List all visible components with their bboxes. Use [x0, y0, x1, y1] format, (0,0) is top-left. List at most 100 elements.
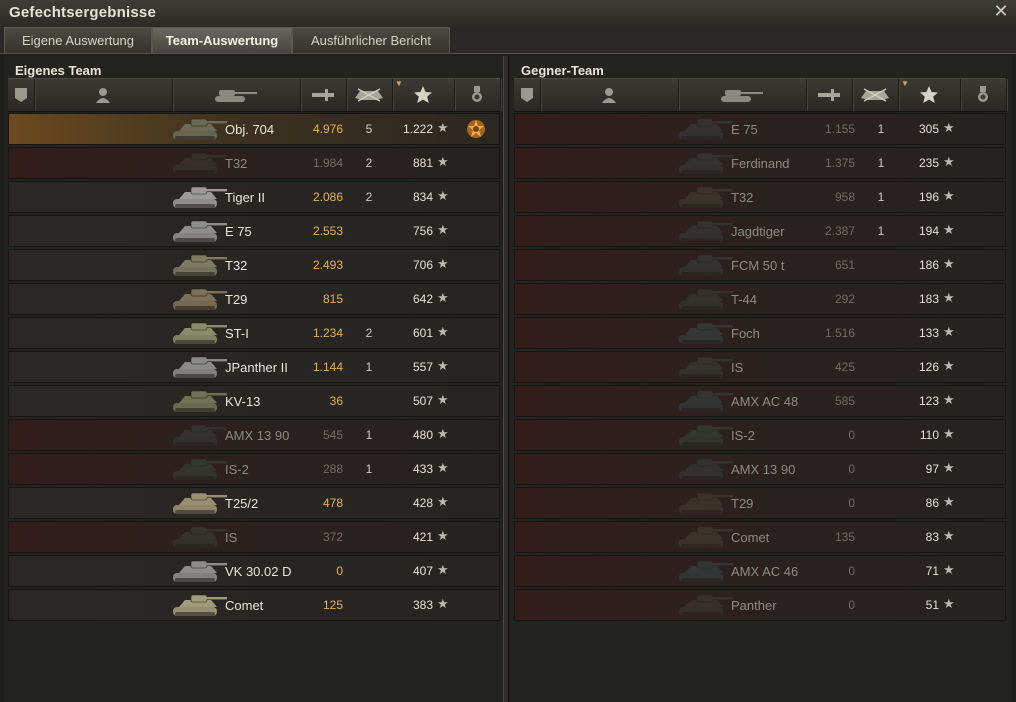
- player-row[interactable]: T25/2 478 428 ★: [8, 487, 500, 519]
- vehicle-name: Obj. 704: [225, 122, 275, 137]
- player-column-header[interactable]: [34, 79, 173, 111]
- player-row[interactable]: AMX 13 90 0 97 ★: [514, 453, 1006, 485]
- player-row[interactable]: Foch 1.516 133 ★: [514, 317, 1006, 349]
- player-row[interactable]: T29 0 86 ★: [514, 487, 1006, 519]
- player-row[interactable]: IS 372 421 ★: [8, 521, 500, 553]
- xp-star-icon: ★: [437, 154, 449, 169]
- player-row[interactable]: ST-I 1.234 2 601 ★: [8, 317, 500, 349]
- player-row[interactable]: KV-13 36 507 ★: [8, 385, 500, 417]
- player-row[interactable]: T-44 292 183 ★: [514, 283, 1006, 315]
- player-row[interactable]: IS-2 0 110 ★: [514, 419, 1006, 451]
- vehicle-name: T32: [731, 190, 754, 205]
- player-row[interactable]: FCM 50 t 651 186 ★: [514, 249, 1006, 281]
- player-row[interactable]: AMX AC 48 585 123 ★: [514, 385, 1006, 417]
- damage-value: 36: [329, 394, 343, 408]
- player-row[interactable]: AMX AC 46 0 71 ★: [514, 555, 1006, 587]
- close-icon[interactable]: ✕: [992, 2, 1010, 20]
- damage-value: 1.155: [824, 122, 855, 136]
- vehicle-name: T29: [731, 496, 754, 511]
- xp-star-icon: ★: [437, 494, 449, 509]
- player-row[interactable]: Ferdinand 1.375 1 235 ★: [514, 147, 1006, 179]
- damage-column-header[interactable]: [300, 79, 347, 111]
- xp-value: 97: [925, 462, 939, 476]
- damage-value: 425: [834, 360, 855, 374]
- vehicle-name: Comet: [225, 598, 264, 613]
- vehicle-name: VK 30.02 D: [225, 564, 292, 579]
- xp-star-icon: ★: [943, 154, 955, 169]
- damage-value: 0: [848, 496, 855, 510]
- xp-star-column-header[interactable]: ▼: [392, 79, 455, 111]
- vehicle-name: E 75: [731, 122, 758, 137]
- window-title: Gefechtsergebnisse: [9, 4, 156, 21]
- vehicle-icon: [173, 322, 227, 344]
- xp-star-icon: ★: [943, 596, 955, 611]
- vehicle-column-header[interactable]: [172, 79, 301, 111]
- player-row[interactable]: T32 1.984 2 881 ★: [8, 147, 500, 179]
- xp-star-icon: ★: [437, 120, 449, 135]
- player-row[interactable]: T32 2.493 706 ★: [8, 249, 500, 281]
- squad-column-header[interactable]: [8, 79, 35, 111]
- damage-value: 1.234: [312, 326, 343, 340]
- xp-star-icon: ★: [943, 426, 955, 441]
- player-row[interactable]: JPanther II 1.144 1 557 ★: [8, 351, 500, 383]
- enemy-team-panel: Gegner-Team ▼ E 75 1.155 1 305 ★ Ferdinand 1.3…: [510, 56, 1012, 702]
- player-row[interactable]: IS 425 126 ★: [514, 351, 1006, 383]
- vehicle-icon: [679, 288, 733, 310]
- vehicle-icon: [173, 254, 227, 276]
- player-row[interactable]: E 75 1.155 1 305 ★: [514, 113, 1006, 145]
- player-row[interactable]: VK 30.02 D 0 407 ★: [8, 555, 500, 587]
- tab-ausfuehrlicher-bericht[interactable]: Ausführlicher Bericht: [292, 27, 450, 53]
- vehicle-icon: [173, 526, 227, 548]
- vehicle-icon: [679, 424, 733, 446]
- vehicle-icon: [173, 560, 227, 582]
- player-row[interactable]: Panther 0 51 ★: [514, 589, 1006, 621]
- player-row[interactable]: Comet 125 383 ★: [8, 589, 500, 621]
- vehicle-icon: [679, 492, 733, 514]
- player-row[interactable]: Tiger II 2.086 2 834 ★: [8, 181, 500, 213]
- title-bar: Gefechtsergebnisse ✕: [0, 0, 1016, 27]
- xp-star-icon: ★: [437, 562, 449, 577]
- tab-eigene-auswertung[interactable]: Eigene Auswertung: [4, 27, 152, 53]
- player-row[interactable]: T32 958 1 196 ★: [514, 181, 1006, 213]
- squad-column-header[interactable]: [514, 79, 541, 111]
- xp-star-icon: [920, 86, 938, 103]
- medal-column-header[interactable]: [960, 79, 1007, 111]
- kills-column-header[interactable]: [852, 79, 899, 111]
- vehicle-column-header[interactable]: [678, 79, 807, 111]
- player-row[interactable]: IS-2 288 1 433 ★: [8, 453, 500, 485]
- tab-team-auswertung[interactable]: Team-Auswertung: [152, 27, 292, 53]
- player-row[interactable]: Comet 135 83 ★: [514, 521, 1006, 553]
- kills-value: 1: [365, 462, 373, 476]
- damage-icon: [312, 89, 334, 101]
- squad-icon: [521, 88, 533, 102]
- vehicle-icon: [173, 390, 227, 412]
- vehicle-icon: [173, 152, 227, 174]
- xp-star-icon: ★: [437, 528, 449, 543]
- xp-value: 133: [918, 326, 939, 340]
- damage-value: 958: [834, 190, 855, 204]
- xp-star-column-header[interactable]: ▼: [898, 79, 961, 111]
- xp-star-icon: ★: [437, 222, 449, 237]
- vehicle-icon: [679, 118, 733, 140]
- own-team-title: Eigenes Team: [15, 63, 102, 78]
- player-column-header[interactable]: [540, 79, 679, 111]
- player-row[interactable]: AMX 13 90 545 1 480 ★: [8, 419, 500, 451]
- damage-column-header[interactable]: [806, 79, 853, 111]
- vehicle-name: T-44: [731, 292, 758, 307]
- player-row[interactable]: Jagdtiger 2.387 1 194 ★: [514, 215, 1006, 247]
- kills-column-header[interactable]: [346, 79, 393, 111]
- xp-star-icon: ★: [437, 256, 449, 271]
- damage-value: 478: [322, 496, 343, 510]
- damage-value: 125: [322, 598, 343, 612]
- xp-value: 123: [918, 394, 939, 408]
- xp-star-icon: ★: [943, 290, 955, 305]
- kills-icon: [355, 88, 383, 102]
- vehicle-name: Panther: [731, 598, 777, 613]
- player-row[interactable]: E 75 2.553 756 ★: [8, 215, 500, 247]
- xp-star-icon: ★: [943, 494, 955, 509]
- player-row[interactable]: Obj. 704 4.976 5 1.222 ★: [8, 113, 500, 145]
- kills-value: 2: [365, 190, 373, 204]
- player-row[interactable]: T29 815 642 ★: [8, 283, 500, 315]
- medal-column-header[interactable]: [454, 79, 501, 111]
- xp-star-icon: ★: [943, 460, 955, 475]
